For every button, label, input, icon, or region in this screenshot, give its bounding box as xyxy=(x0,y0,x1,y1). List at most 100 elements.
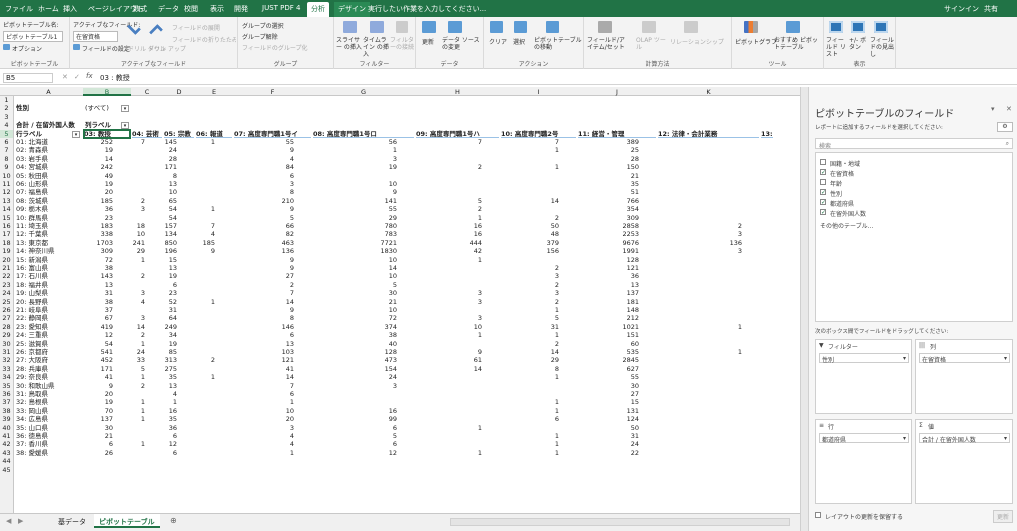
row-header[interactable]: 36 xyxy=(0,390,13,398)
value-cell[interactable]: 1 xyxy=(415,331,482,339)
value-cell[interactable] xyxy=(195,306,215,314)
value-cell[interactable]: 313 xyxy=(163,356,177,364)
column-label-cell[interactable]: 05: 宗教 xyxy=(164,130,194,138)
value-cell[interactable]: 29 xyxy=(131,247,145,255)
row-label-cell[interactable]: 15: 新潟県 xyxy=(16,256,83,264)
value-cell[interactable]: 1 xyxy=(415,424,482,432)
value-cell[interactable] xyxy=(657,440,742,448)
row-header[interactable]: 26 xyxy=(0,306,13,314)
value-cell[interactable]: 338 xyxy=(83,230,113,238)
value-cell[interactable] xyxy=(500,180,559,188)
value-cell[interactable]: 780 xyxy=(312,222,397,230)
row-header[interactable]: 22 xyxy=(0,272,13,280)
value-cell[interactable] xyxy=(500,256,559,264)
value-cell[interactable]: 1 xyxy=(233,398,294,406)
row-header[interactable]: 28 xyxy=(0,323,13,331)
value-cell[interactable]: 6 xyxy=(83,440,113,448)
grid-vertical-scrollbar[interactable] xyxy=(801,87,809,531)
value-cell[interactable] xyxy=(415,264,482,272)
row-header[interactable]: 10 xyxy=(0,172,13,180)
value-cell[interactable]: 16 xyxy=(415,230,482,238)
value-cell[interactable] xyxy=(195,172,215,180)
value-cell[interactable]: 452 xyxy=(83,356,113,364)
column-header[interactable]: J xyxy=(577,88,657,96)
value-cell[interactable]: 8 xyxy=(500,365,559,373)
value-cell[interactable]: 1830 xyxy=(312,247,397,255)
row-header[interactable]: 24 xyxy=(0,289,13,297)
value-cell[interactable]: 12 xyxy=(163,440,177,448)
value-cell[interactable] xyxy=(131,180,145,188)
value-cell[interactable] xyxy=(195,415,215,423)
value-cell[interactable] xyxy=(415,188,482,196)
value-cell[interactable]: 6 xyxy=(233,331,294,339)
value-cell[interactable] xyxy=(195,163,215,171)
value-cell[interactable]: 35 xyxy=(163,415,177,423)
row-header[interactable]: 32 xyxy=(0,356,13,364)
value-cell[interactable]: 23 xyxy=(163,289,177,297)
value-cell[interactable]: 171 xyxy=(83,365,113,373)
value-cell[interactable]: 1 xyxy=(233,449,294,457)
menu-tab[interactable]: 校閲 xyxy=(184,4,198,14)
value-cell[interactable]: 7 xyxy=(415,138,482,146)
column-header[interactable]: I xyxy=(500,88,577,96)
column-label-cell[interactable]: 13: xyxy=(761,130,773,138)
value-cell[interactable]: 5 xyxy=(312,281,397,289)
field-list-button[interactable]: フィールド リスト xyxy=(826,37,848,58)
value-cell[interactable]: 7721 xyxy=(312,239,397,247)
value-cell[interactable] xyxy=(657,415,742,423)
value-cell[interactable]: 6 xyxy=(500,415,559,423)
sheet-tab-source[interactable]: 基データ xyxy=(58,517,86,527)
menu-tab[interactable]: JUST PDF 4 xyxy=(262,4,300,12)
row-item[interactable]: 都道府県 ▾ xyxy=(819,433,909,444)
value-cell[interactable]: 541 xyxy=(83,348,113,356)
row-label-cell[interactable]: 10: 群馬県 xyxy=(16,214,83,222)
value-cell[interactable] xyxy=(415,432,482,440)
value-cell[interactable] xyxy=(415,306,482,314)
value-cell[interactable] xyxy=(195,289,215,297)
value-cell[interactable] xyxy=(195,214,215,222)
value-cell[interactable]: 185 xyxy=(195,239,215,247)
value-cell[interactable]: 1 xyxy=(500,432,559,440)
row-header[interactable]: 40 xyxy=(0,424,13,432)
value-cell[interactable]: 212 xyxy=(577,314,639,322)
pane-close-icon[interactable]: ✕ xyxy=(1006,105,1012,113)
value-cell[interactable] xyxy=(312,390,397,398)
value-cell[interactable]: 137 xyxy=(83,415,113,423)
value-cell[interactable]: 54 xyxy=(163,205,177,213)
value-cell[interactable] xyxy=(657,281,742,289)
value-cell[interactable]: 56 xyxy=(312,138,397,146)
value-cell[interactable]: 10 xyxy=(131,230,145,238)
value-cell[interactable]: 49 xyxy=(83,172,113,180)
value-cell[interactable] xyxy=(657,365,742,373)
value-cell[interactable] xyxy=(500,205,559,213)
value-cell[interactable]: 28 xyxy=(163,155,177,163)
value-cell[interactable]: 463 xyxy=(233,239,294,247)
value-cell[interactable]: 61 xyxy=(415,356,482,364)
value-cell[interactable]: 535 xyxy=(577,348,639,356)
value-cell[interactable]: 9 xyxy=(233,146,294,154)
value-cell[interactable]: 7 xyxy=(500,138,559,146)
value-cell[interactable] xyxy=(657,197,742,205)
value-cell[interactable]: 121 xyxy=(233,356,294,364)
value-cell[interactable] xyxy=(657,382,742,390)
value-cell[interactable]: 379 xyxy=(500,239,559,247)
row-header[interactable]: 43 xyxy=(0,449,13,457)
row-label-cell[interactable]: 36: 徳島県 xyxy=(16,432,83,440)
column-header[interactable]: K xyxy=(657,88,760,96)
value-cell[interactable]: 444 xyxy=(415,239,482,247)
value-cell[interactable]: 850 xyxy=(163,239,177,247)
value-cell[interactable]: 15 xyxy=(163,256,177,264)
value-cell[interactable]: 9 xyxy=(233,256,294,264)
menu-tab[interactable]: データ xyxy=(158,4,179,14)
value-cell[interactable]: 14 xyxy=(233,373,294,381)
value-cell[interactable]: 4 xyxy=(195,230,215,238)
tell-me-box[interactable]: 実行したい作業を入力してください... xyxy=(368,4,486,14)
value-cell[interactable] xyxy=(657,163,742,171)
value-cell[interactable]: 72 xyxy=(312,314,397,322)
value-cell[interactable]: 10 xyxy=(233,407,294,415)
value-cell[interactable]: 13 xyxy=(163,264,177,272)
value-cell[interactable] xyxy=(195,281,215,289)
value-cell[interactable]: 181 xyxy=(577,298,639,306)
value-cell[interactable]: 50 xyxy=(500,222,559,230)
value-cell[interactable] xyxy=(657,180,742,188)
